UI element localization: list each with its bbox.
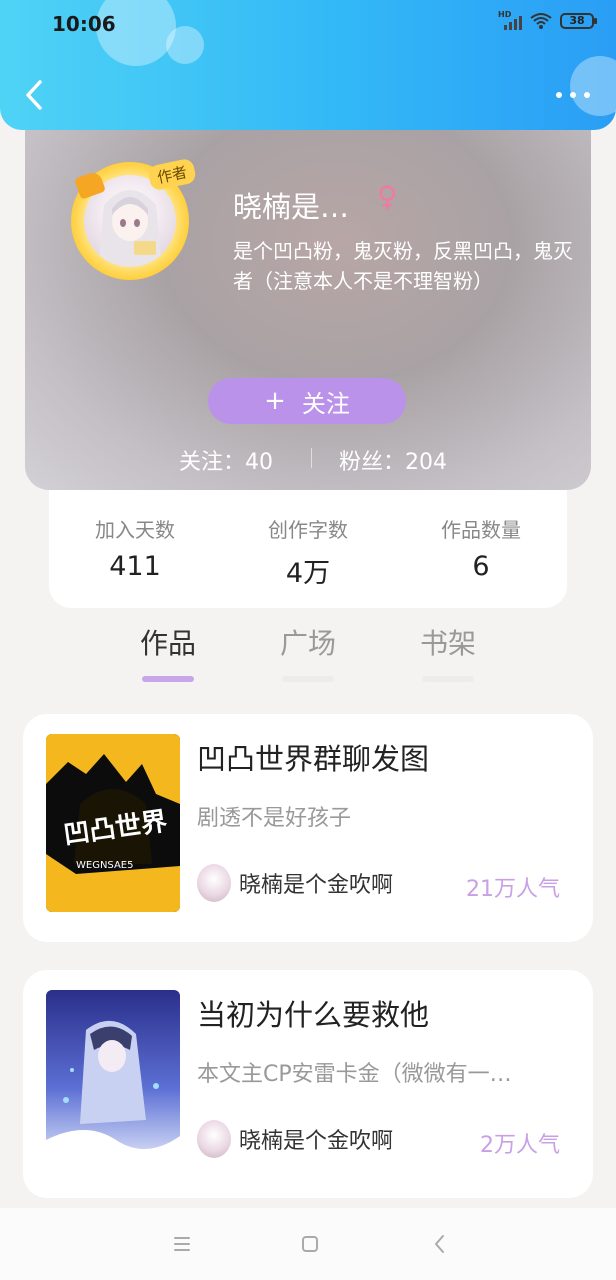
tab-indicator — [282, 676, 334, 682]
work-popularity: 2万人气 — [480, 1133, 560, 1158]
work-title: 凹凸世界群聊发图 — [197, 742, 430, 776]
more-dot — [584, 92, 590, 98]
battery-level: 38 — [569, 14, 585, 27]
tab-label: 广场 — [279, 627, 336, 660]
stat-value: 6 — [472, 551, 490, 582]
svg-text:WEGNSAE5: WEGNSAE5 — [76, 860, 134, 871]
follow-button[interactable]: + 关注 — [208, 378, 406, 424]
stat-label: 作品数量 — [441, 518, 521, 542]
menu-icon[interactable] — [168, 1230, 196, 1258]
stat-word-count: 创作字数 4万 — [228, 514, 388, 590]
divider — [311, 448, 312, 468]
avatar[interactable]: 作者 — [71, 157, 198, 280]
more-dot — [570, 92, 576, 98]
username: 晓楠是… — [233, 190, 350, 224]
battery-icon: 38 — [560, 13, 597, 29]
author-name: 晓楠是个金吹啊 — [239, 1129, 394, 1154]
cover-illustration: 凹凸世界 WEGNSAE5 — [46, 734, 180, 912]
header-bar: 10:06 HD 38 — [0, 0, 616, 130]
stat-works-count: 作品数量 6 — [401, 514, 561, 582]
system-nav-bar — [0, 1208, 616, 1280]
follow-counts: 关注：40 粉丝：204 — [25, 440, 591, 476]
work-card[interactable]: 凹凸世界 WEGNSAE5 凹凸世界群聊发图 剧透不是好孩子 晓楠是个金吹啊 2… — [23, 714, 593, 942]
work-card[interactable]: 当初为什么要救他 本文主CP安雷卡金（微微有一… 晓楠是个金吹啊 2万人气 — [23, 970, 593, 1198]
tab-label: 作品 — [139, 627, 196, 660]
tab-square[interactable]: 广场 — [258, 622, 358, 682]
more-button[interactable] — [556, 80, 590, 110]
author-tag: 作者 — [146, 157, 198, 192]
tab-indicator — [142, 676, 194, 682]
gender-female-icon: ♀ — [377, 180, 398, 213]
tab-indicator — [422, 676, 474, 682]
work-popularity: 21万人气 — [466, 877, 560, 902]
status-time: 10:06 — [52, 12, 116, 36]
stat-value: 411 — [109, 551, 161, 582]
status-icons: HD 38 — [498, 10, 597, 30]
stat-label: 创作字数 — [268, 518, 348, 542]
user-bio: 是个凹凸粉，鬼灭粉，反黑凹凸，鬼灭者（注意本人不是不理智粉） — [233, 239, 573, 293]
work-description: 本文主CP安雷卡金（微微有一… — [197, 1062, 512, 1087]
stat-join-days: 加入天数 411 — [55, 514, 215, 582]
work-author: 晓楠是个金吹啊 — [197, 1120, 393, 1158]
signal-icon: HD — [498, 10, 522, 30]
fans-count[interactable]: 粉丝：204 — [339, 444, 447, 476]
plus-icon: + — [264, 386, 286, 416]
back-button[interactable] — [20, 78, 50, 112]
works-list: 凹凸世界 WEGNSAE5 凹凸世界群聊发图 剧透不是好孩子 晓楠是个金吹啊 2… — [0, 688, 616, 1208]
home-icon[interactable] — [296, 1230, 324, 1258]
decor-bubble — [166, 26, 204, 64]
following-count[interactable]: 关注：40 — [179, 444, 273, 476]
author-avatar — [197, 864, 231, 902]
work-cover-image — [46, 990, 180, 1168]
work-description: 剧透不是好孩子 — [197, 806, 352, 831]
work-title: 当初为什么要救他 — [197, 998, 430, 1032]
stat-value: 4万 — [285, 558, 331, 589]
tab-bar: 作品 广场 书架 — [0, 618, 616, 684]
more-dot — [556, 92, 562, 98]
tab-works[interactable]: 作品 — [118, 622, 218, 682]
stat-label: 加入天数 — [95, 518, 175, 542]
follow-label: 关注 — [301, 389, 350, 418]
work-author: 晓楠是个金吹啊 — [197, 864, 393, 902]
author-name: 晓楠是个金吹啊 — [239, 873, 394, 898]
wifi-icon — [530, 13, 552, 29]
work-cover-image: 凹凸世界 WEGNSAE5 — [46, 734, 180, 912]
stats-card: 加入天数 411 创作字数 4万 作品数量 6 — [49, 470, 567, 608]
tab-bookshelf[interactable]: 书架 — [398, 622, 498, 682]
tab-label: 书架 — [419, 627, 476, 660]
profile-card: 作者 晓楠是… ♀ 是个凹凸粉，鬼灭粉，反黑凹凸，鬼灭者（注意本人不是不理智粉）… — [25, 110, 591, 490]
back-nav-icon[interactable] — [426, 1230, 454, 1258]
cover-illustration — [46, 990, 180, 1168]
author-avatar — [197, 1120, 231, 1158]
